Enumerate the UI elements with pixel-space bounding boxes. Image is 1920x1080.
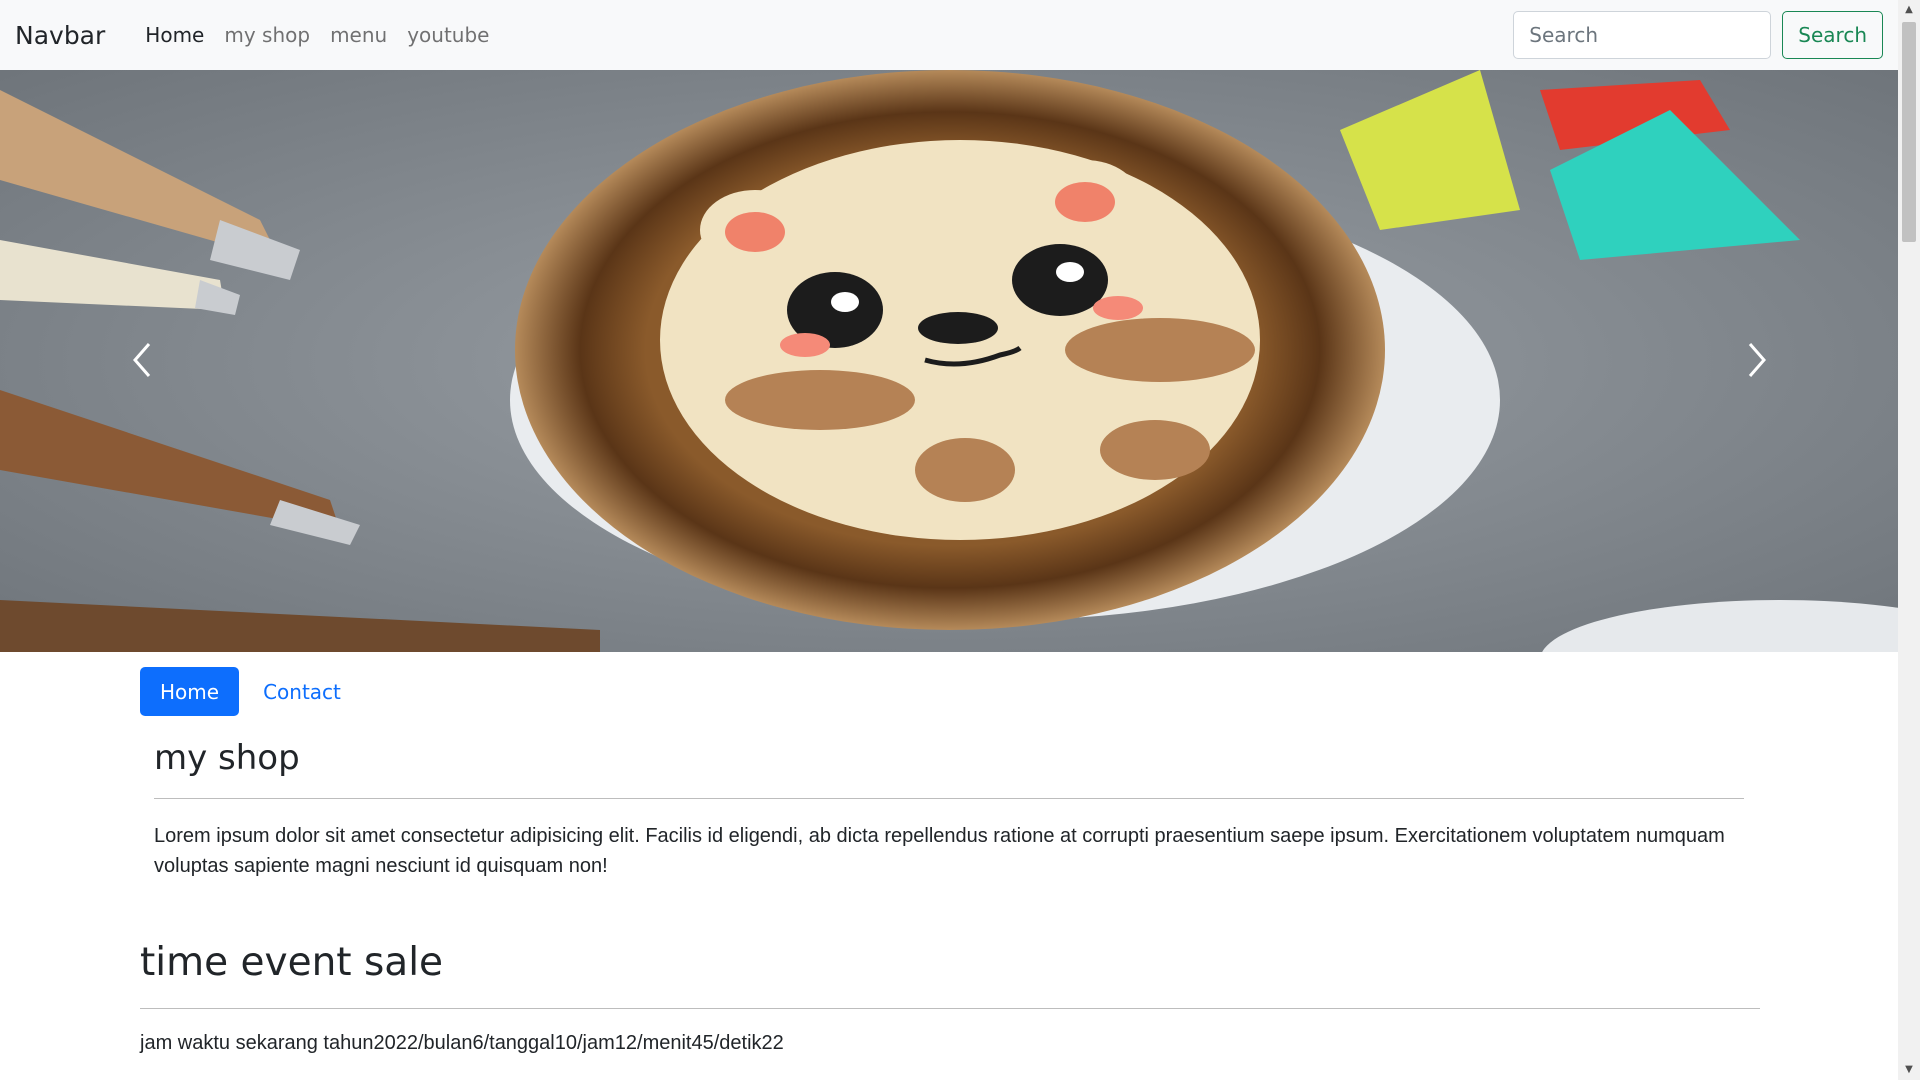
carousel-prev-button[interactable]: [112, 330, 172, 390]
navbar: Navbar Home my shop menu youtube Search: [0, 0, 1898, 70]
pill-home[interactable]: Home: [140, 667, 240, 716]
search-input[interactable]: [1513, 11, 1772, 59]
image-carousel: [0, 70, 1898, 652]
chevron-left-icon: [133, 343, 151, 377]
shop-description: Lorem ipsum dolor sit amet consectetur a…: [154, 825, 1725, 877]
nav-pills: Home Contact: [140, 667, 361, 716]
divider: [154, 798, 1744, 799]
carousel-next-button[interactable]: [1727, 330, 1787, 390]
nav-link-youtube[interactable]: youtube: [397, 23, 499, 47]
nav-link-menu[interactable]: menu: [320, 23, 397, 47]
scroll-thumb[interactable]: [1902, 22, 1916, 242]
nav-link-home[interactable]: Home: [135, 23, 214, 47]
scroll-up-arrow-icon[interactable]: ▲: [1903, 4, 1915, 16]
event-title: time event sale: [140, 940, 444, 985]
chevron-right-icon: [1748, 343, 1766, 377]
pill-contact[interactable]: Contact: [243, 667, 361, 716]
search-form: Search: [1513, 11, 1883, 59]
search-button[interactable]: Search: [1782, 11, 1883, 59]
nav-links: Home my shop menu youtube: [135, 23, 499, 47]
navbar-brand[interactable]: Navbar: [15, 21, 105, 50]
shop-title: my shop: [154, 738, 300, 778]
scroll-down-arrow-icon[interactable]: ▼: [1903, 1064, 1915, 1076]
page-scrollbar[interactable]: ▲ ▼: [1898, 0, 1920, 1080]
nav-link-my-shop[interactable]: my shop: [214, 23, 320, 47]
carousel-image-hedgehog-cake: [0, 70, 1898, 652]
current-time-text: jam waktu sekarang tahun2022/bulan6/tang…: [140, 1032, 784, 1054]
divider: [140, 1008, 1760, 1009]
